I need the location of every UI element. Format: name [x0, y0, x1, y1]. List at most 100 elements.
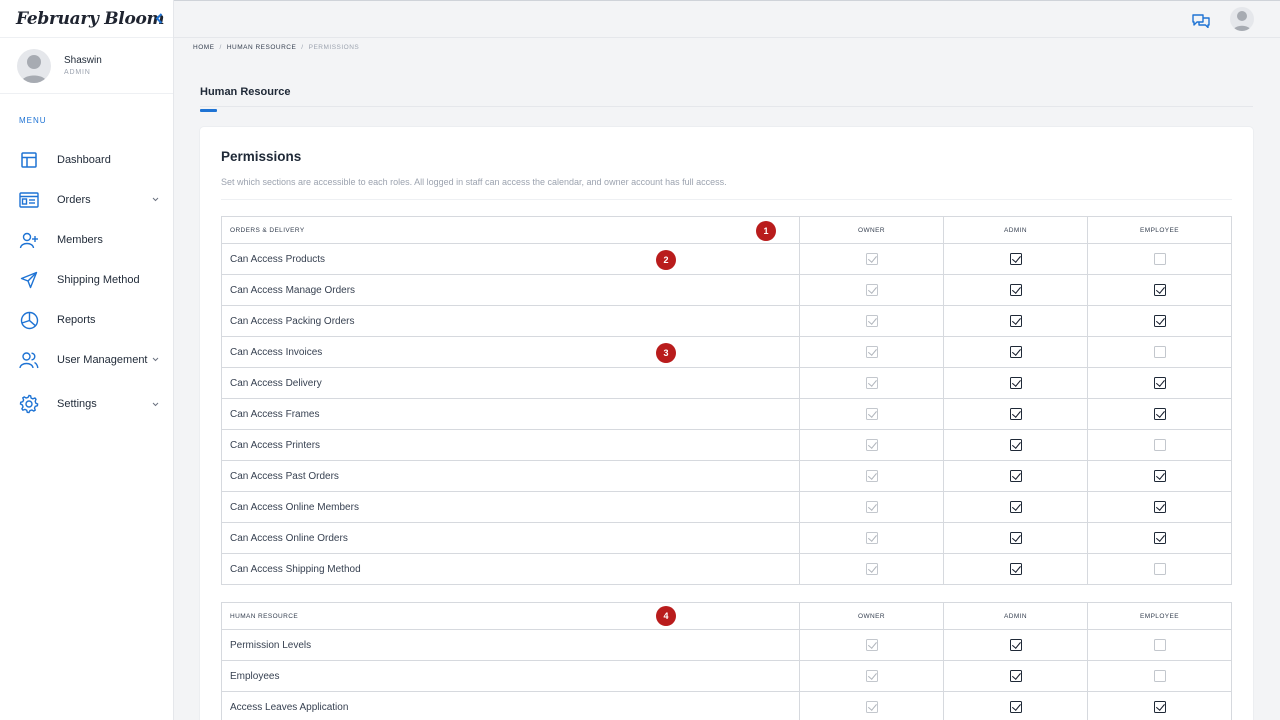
table-row: Can Access Printers: [221, 429, 1232, 461]
breadcrumb: HOME / HUMAN RESOURCE / PERMISSIONS: [193, 44, 359, 51]
page-tabs: Human Resource: [200, 82, 1253, 112]
permission-name: Can Access Online Members: [221, 491, 800, 523]
sidebar-item-user-management[interactable]: User Management: [0, 340, 173, 380]
avatar: [17, 48, 51, 83]
owner-permission-checkbox: [865, 669, 878, 682]
breadcrumb-section[interactable]: HUMAN RESOURCE: [227, 44, 296, 51]
permission-cell-employee: [1087, 522, 1232, 554]
permission-cell-admin: [943, 429, 1088, 461]
admin-permission-checkbox[interactable]: [1009, 700, 1022, 713]
employee-permission-checkbox[interactable]: [1153, 407, 1166, 420]
table-row: Access Leaves Application: [221, 691, 1232, 720]
permission-cell-admin: [943, 691, 1088, 720]
permission-name: Can Access Manage Orders: [221, 274, 800, 306]
employee-permission-checkbox[interactable]: [1153, 376, 1166, 389]
add-user-icon: [18, 229, 40, 251]
employee-permission-checkbox[interactable]: [1153, 700, 1166, 713]
permission-cell-admin: [943, 274, 1088, 306]
admin-permission-checkbox[interactable]: [1009, 669, 1022, 682]
owner-permission-checkbox: [865, 252, 878, 265]
section-title: HUMAN RESOURCE: [221, 602, 800, 630]
permission-cell-employee: [1087, 305, 1232, 337]
owner-permission-checkbox: [865, 438, 878, 451]
breadcrumb-home[interactable]: HOME: [193, 44, 215, 51]
employee-permission-checkbox[interactable]: [1153, 638, 1166, 651]
sidebar-item-reports[interactable]: Reports: [0, 300, 173, 340]
admin-permission-checkbox[interactable]: [1009, 345, 1022, 358]
permission-cell-owner: [799, 460, 944, 492]
employee-permission-checkbox[interactable]: [1153, 252, 1166, 265]
employee-permission-checkbox[interactable]: [1153, 314, 1166, 327]
chat-icon[interactable]: [1192, 12, 1210, 29]
annotation-marker: 1: [756, 221, 776, 241]
permission-cell-employee: [1087, 553, 1232, 585]
sidebar-item-members[interactable]: Members: [0, 220, 173, 260]
divider: [221, 199, 1232, 200]
sidebar-item-label: Orders: [57, 194, 91, 206]
employee-permission-checkbox[interactable]: [1153, 438, 1166, 451]
sidebar-item-label: User Management: [57, 354, 148, 366]
sidebar-item-label: Reports: [57, 314, 96, 326]
owner-permission-checkbox: [865, 562, 878, 575]
brand-logo[interactable]: February Bloom: [16, 9, 165, 29]
annotation-marker: 2: [656, 250, 676, 270]
column-header-owner: OWNER: [799, 216, 944, 244]
admin-permission-checkbox[interactable]: [1009, 500, 1022, 513]
table-row: Can Access Online Members: [221, 491, 1232, 523]
admin-permission-checkbox[interactable]: [1009, 252, 1022, 265]
sidebar-item-orders[interactable]: Orders: [0, 180, 173, 220]
employee-permission-checkbox[interactable]: [1153, 562, 1166, 575]
table-row: Can Access Packing Orders: [221, 305, 1232, 337]
admin-permission-checkbox[interactable]: [1009, 531, 1022, 544]
card-title: Permissions: [221, 149, 302, 164]
permission-cell-owner: [799, 691, 944, 720]
employee-permission-checkbox[interactable]: [1153, 283, 1166, 296]
owner-permission-checkbox: [865, 469, 878, 482]
top-bar: [174, 0, 1280, 38]
sidebar-item-settings[interactable]: Settings: [0, 380, 173, 428]
employee-permission-checkbox[interactable]: [1153, 345, 1166, 358]
user-avatar-icon[interactable]: [1230, 7, 1254, 31]
owner-permission-checkbox: [865, 638, 878, 651]
tab-human-resource[interactable]: Human Resource: [200, 86, 290, 112]
permission-cell-admin: [943, 660, 1088, 692]
admin-permission-checkbox[interactable]: [1009, 283, 1022, 296]
permission-cell-owner: [799, 660, 944, 692]
sidebar-item-label: Shipping Method: [57, 274, 140, 286]
permission-name: Employees: [221, 660, 800, 692]
table-row: Can Access Products: [221, 243, 1232, 275]
gear-icon: [18, 393, 40, 415]
permission-cell-employee: [1087, 460, 1232, 492]
chevron-down-icon: [151, 400, 159, 408]
collapse-sidebar-icon[interactable]: [153, 11, 165, 25]
employee-permission-checkbox[interactable]: [1153, 531, 1166, 544]
admin-permission-checkbox[interactable]: [1009, 562, 1022, 575]
sidebar-item-shipping-method[interactable]: Shipping Method: [0, 260, 173, 300]
admin-permission-checkbox[interactable]: [1009, 438, 1022, 451]
pie-chart-icon: [18, 309, 40, 331]
employee-permission-checkbox[interactable]: [1153, 469, 1166, 482]
table-row: Can Access Shipping Method: [221, 553, 1232, 585]
admin-permission-checkbox[interactable]: [1009, 469, 1022, 482]
brand-header: February Bloom: [0, 0, 173, 38]
permission-cell-owner: [799, 398, 944, 430]
user-profile[interactable]: Shaswin ADMIN: [0, 38, 173, 94]
employee-permission-checkbox[interactable]: [1153, 500, 1166, 513]
permission-name: Can Access Frames: [221, 398, 800, 430]
employee-permission-checkbox[interactable]: [1153, 669, 1166, 682]
users-icon: [18, 349, 40, 371]
permission-cell-employee: [1087, 274, 1232, 306]
permission-cell-employee: [1087, 398, 1232, 430]
admin-permission-checkbox[interactable]: [1009, 638, 1022, 651]
column-header-employee: EMPLOYEE: [1087, 216, 1232, 244]
admin-permission-checkbox[interactable]: [1009, 314, 1022, 327]
owner-permission-checkbox: [865, 345, 878, 358]
admin-permission-checkbox[interactable]: [1009, 376, 1022, 389]
column-header-admin: ADMIN: [943, 602, 1088, 630]
admin-permission-checkbox[interactable]: [1009, 407, 1022, 420]
permission-cell-employee: [1087, 367, 1232, 399]
permission-cell-owner: [799, 336, 944, 368]
permission-cell-employee: [1087, 336, 1232, 368]
sidebar-item-dashboard[interactable]: Dashboard: [0, 140, 173, 180]
permission-cell-owner: [799, 629, 944, 661]
